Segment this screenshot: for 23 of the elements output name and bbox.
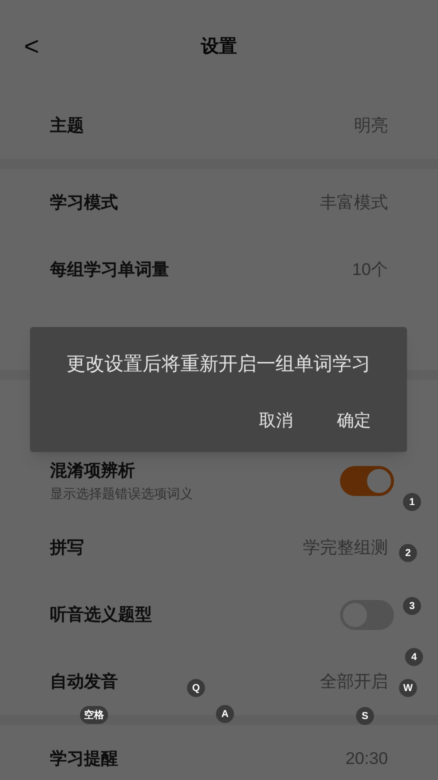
back-button[interactable]: < [24, 33, 54, 59]
dialog-action[interactable]: 确定 [337, 408, 371, 433]
setting-label: 每组学习单词量 [50, 258, 169, 281]
setting-label: 学习模式 [50, 192, 118, 214]
key-hint-badge: A [216, 705, 234, 723]
key-hint-badge: S [356, 707, 374, 725]
key-hint-badge: 1 [403, 493, 421, 511]
page-title: 设置 [201, 34, 237, 58]
key-hint-badge: 2 [399, 544, 417, 562]
toggle-switch[interactable] [340, 466, 394, 496]
setting-label: 学习提醒 [50, 748, 118, 770]
dialog-message: 更改设置后将重新开启一组单词学习 [66, 353, 372, 377]
key-hint-badge: W [399, 679, 417, 697]
setting-label: 自动发音 [50, 670, 118, 693]
key-hint-badge: 空格 [80, 706, 108, 724]
setting-label: 听音选义题型 [50, 604, 152, 626]
setting-label: 拼写 [50, 536, 84, 559]
dialog-action[interactable]: 取消 [259, 408, 293, 433]
setting-label: 混淆项辨析 [50, 460, 136, 482]
key-hint-badge: 3 [403, 597, 421, 615]
key-hint-badge: Q [187, 679, 205, 697]
key-hint-badge: 4 [405, 648, 423, 666]
setting-label: 主题 [50, 114, 84, 137]
